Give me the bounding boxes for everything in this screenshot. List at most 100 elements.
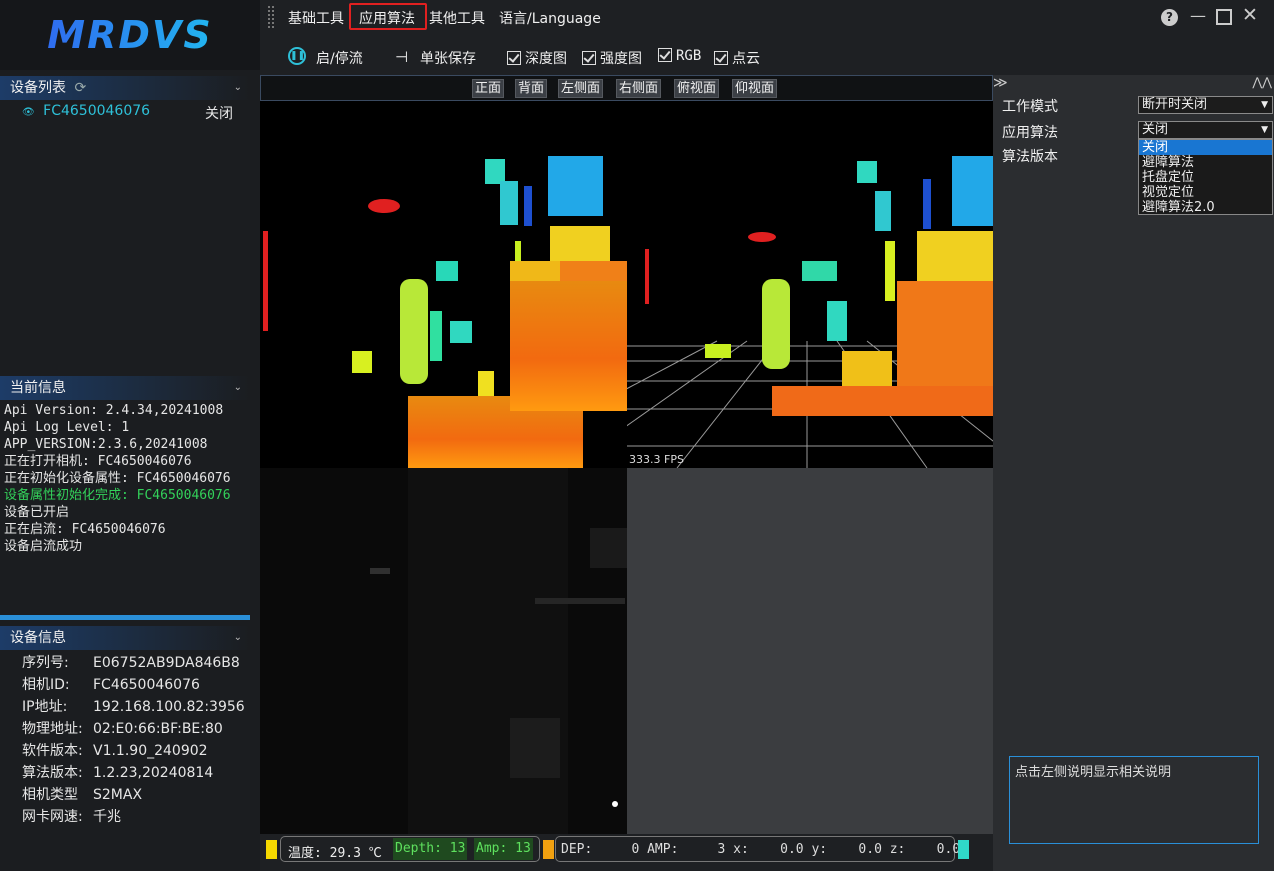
log-line: 正在启流: FC4650046076 (4, 522, 166, 537)
device-info-row: 算法版本: 1.2.23,20240814 (0, 762, 260, 784)
intensity-view[interactable] (260, 468, 627, 834)
info-value: 192.168.100.82:3956 (93, 699, 245, 715)
amp-fps: Amp: 13 (474, 838, 533, 860)
info-key: 网卡网速: (22, 809, 83, 825)
device-info-row: 相机ID: FC4650046076 (0, 674, 260, 696)
view-right-button[interactable]: 右侧面 (616, 79, 662, 98)
device-row[interactable]: 👁 FC4650046076 关闭 (22, 103, 252, 123)
info-key: 相机ID: (22, 677, 70, 693)
chevron-down-icon[interactable]: ⌄ (234, 76, 242, 100)
current-info-header[interactable]: 当前信息 ⌄ (0, 376, 250, 400)
device-name: FC4650046076 (43, 103, 151, 119)
log-line: Api Version: 2.4.34,20241008 (4, 403, 224, 418)
app-window: 12-05 10-91-D1-48-62-C2 12-05 10-91-D1-4… (0, 0, 1274, 871)
close-icon[interactable]: ✕ (1242, 4, 1258, 26)
minimize-icon[interactable]: — (1190, 6, 1206, 25)
collapse-icon[interactable]: ⋀⋀ (1252, 75, 1272, 89)
algo-version-label: 算法版本 (1002, 149, 1058, 165)
status-indicator-cyan (958, 840, 969, 859)
status-bar: 温度: 29.3 ℃ Depth: 13 Amp: 13 DEP: 0 AMP:… (260, 834, 993, 871)
view-bar: 正面 背面 左侧面 右侧面 俯视面 仰视面 (260, 75, 993, 101)
view-front-button[interactable]: 正面 (472, 79, 505, 98)
device-list-header[interactable]: 设备列表 ⟳ ⌄ (0, 76, 250, 100)
view-back-button[interactable]: 背面 (515, 79, 548, 98)
maximize-icon[interactable] (1216, 9, 1232, 25)
single-save-button[interactable]: 单张保存 (420, 48, 476, 68)
device-info-row: 软件版本: V1.1.90_240902 (0, 740, 260, 762)
app-algo-label: 应用算法 (1002, 125, 1058, 141)
depth-checkbox[interactable]: 深度图 (507, 48, 567, 68)
temperature-label: 温度: 29.3 ℃ (288, 846, 382, 861)
device-info-row: 序列号: E06752AB9DA846B8 (0, 652, 260, 674)
brand-logo: MRDVS (0, 0, 260, 70)
log-line: 设备属性初始化完成: FC4650046076 (4, 488, 231, 503)
chevron-down-icon[interactable]: ⌄ (234, 376, 242, 400)
pointcloud-view[interactable]: 333.3 FPS (476, 101, 1028, 469)
right-panel: ≫ ⋀⋀ 工作模式 断开时关闭 ▼ 应用算法 关闭 ▼ 算法版本 关闭 避障算法 托盘定… (993, 75, 1274, 871)
info-key: IP地址: (22, 699, 68, 715)
menu-basic-tools[interactable]: 基础工具 (288, 8, 344, 28)
info-value: E06752AB9DA846B8 (93, 655, 240, 671)
pointcloud-checkbox[interactable]: 点云 (714, 48, 760, 68)
app-algo-dropdown-list: 关闭 避障算法 托盘定位 视觉定位 避障算法2.0 (1138, 139, 1273, 215)
algo-option[interactable]: 视觉定位 (1139, 185, 1272, 200)
toolbar: ❚❚ 启/停流 ⊣ 单张保存 深度图 强度图 RGB 点云 (260, 38, 993, 74)
description-box: 点击左侧说明显示相关说明 (1009, 756, 1259, 844)
status-indicator-yellow (266, 840, 277, 859)
info-value: 千兆 (93, 809, 121, 825)
status-indicator-orange (543, 840, 554, 859)
left-panel: MRDVS 设备列表 ⟳ ⌄ 👁 FC4650046076 关闭 当前信息 ⌄ … (0, 0, 260, 871)
info-value: S2MAX (93, 787, 143, 803)
log-line: 正在打开相机: FC4650046076 (4, 454, 192, 469)
info-value: V1.1.90_240902 (93, 743, 208, 759)
fps-label: 333.3 FPS (629, 453, 684, 466)
grip-icon (268, 6, 274, 28)
rgb-checkbox[interactable]: RGB (658, 48, 701, 64)
pause-icon[interactable]: ❚❚ (288, 46, 306, 65)
info-value: FC4650046076 (93, 677, 200, 693)
log-line: 设备已开启 (4, 505, 70, 520)
depth-view[interactable] (260, 101, 627, 468)
log-line: 设备启流成功 (4, 539, 83, 554)
depth-fps: Depth: 13 (393, 838, 468, 860)
device-info-row: 网卡网速: 千兆 (0, 806, 260, 828)
device-status: 关闭 (205, 106, 233, 122)
view-bottom-button[interactable]: 仰视面 (732, 79, 778, 98)
info-key: 序列号: (22, 655, 69, 671)
log-area: Api Version: 2.4.34,20241008 Api Log Leve… (0, 402, 260, 555)
log-line: Api Log Level: 1 (4, 420, 130, 435)
app-algo-select[interactable]: 关闭 ▼ (1138, 121, 1273, 139)
info-key: 相机类型 (22, 787, 78, 803)
device-info-header[interactable]: 设备信息 ⌄ (0, 626, 250, 650)
start-stop-button[interactable]: 启/停流 (316, 48, 363, 68)
divider (0, 615, 250, 620)
algo-option[interactable]: 托盘定位 (1139, 170, 1272, 185)
log-line: APP_VERSION:2.3.6,20241008 (4, 437, 208, 452)
info-value: 02:E0:66:BF:BE:80 (93, 721, 223, 737)
algo-option[interactable]: 避障算法 (1139, 155, 1272, 170)
log-line: 正在初始化设备属性: FC4650046076 (4, 471, 231, 486)
work-mode-select[interactable]: 断开时关闭 ▼ (1138, 96, 1273, 114)
algo-option[interactable]: 避障算法2.0 (1139, 200, 1272, 215)
algo-option[interactable]: 关闭 (1139, 140, 1272, 155)
menu-other-tools[interactable]: 其他工具 (429, 8, 485, 28)
device-info-row: 物理地址: 02:E0:66:BF:BE:80 (0, 718, 260, 740)
highlight-box (349, 3, 427, 30)
info-key: 算法版本: (22, 765, 83, 781)
menu-language[interactable]: 语言/Language (499, 8, 601, 28)
menu-bar: 基础工具 应用算法 其他工具 语言/Language ? — ✕ (260, 0, 1274, 34)
expand-icon[interactable]: ≫ (993, 75, 1008, 91)
device-info-table: 序列号: E06752AB9DA846B8 相机ID: FC4650046076 IP地… (0, 652, 260, 828)
intensity-checkbox[interactable]: 强度图 (582, 48, 642, 68)
empty-view (627, 468, 993, 834)
view-top-button[interactable]: 俯视面 (674, 79, 720, 98)
save-icon[interactable]: ⊣ (395, 48, 408, 66)
view-left-button[interactable]: 左侧面 (558, 79, 604, 98)
work-mode-label: 工作模式 (1002, 99, 1058, 115)
help-icon[interactable]: ? (1161, 9, 1178, 26)
info-value: 1.2.23,20240814 (93, 765, 214, 781)
device-info-row: 相机类型 S2MAX (0, 784, 260, 806)
refresh-icon[interactable]: ⟳ (74, 80, 86, 96)
info-key: 物理地址: (22, 721, 83, 737)
chevron-down-icon[interactable]: ⌄ (234, 626, 242, 650)
